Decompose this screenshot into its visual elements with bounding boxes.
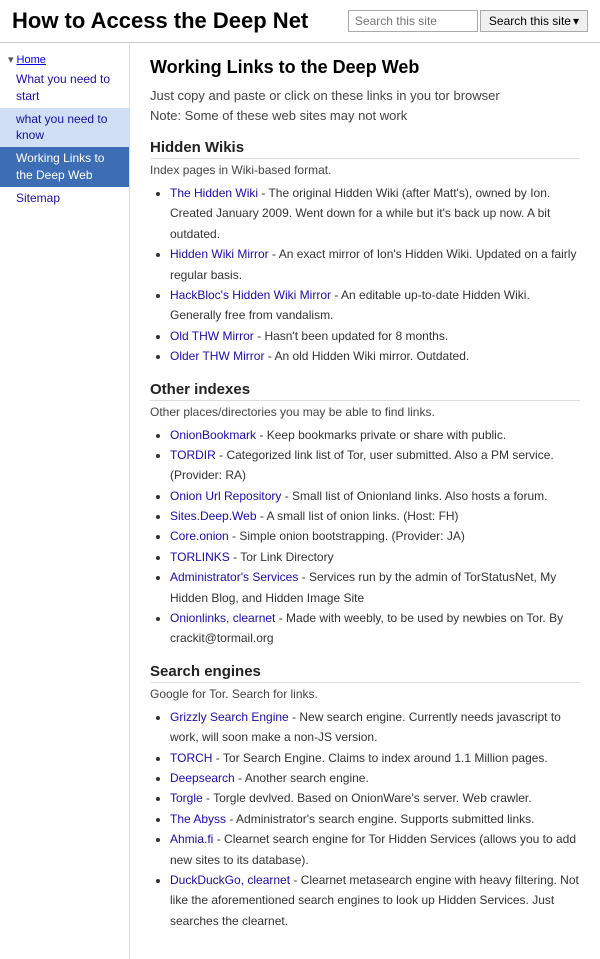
search-bar: Search this site ▾ <box>348 10 588 32</box>
link-old-thw-mirror[interactable]: Old THW Mirror <box>170 329 254 343</box>
section-heading-search-engines: Search engines <box>150 663 580 683</box>
link-ahmia[interactable]: Ahmia.fi <box>170 832 213 846</box>
page-title: How to Access the Deep Net <box>12 8 308 34</box>
link-torlinks[interactable]: TORLINKS <box>170 550 230 564</box>
text-tordir: - Categorized link list of Tor, user sub… <box>170 448 554 482</box>
list-item: DuckDuckGo, clearnet - Clearnet metasear… <box>170 870 580 931</box>
search-button[interactable]: Search this site ▾ <box>480 10 588 32</box>
list-item: Sites.Deep.Web - A small list of onion l… <box>170 506 580 526</box>
list-item: TORLINKS - Tor Link Directory <box>170 547 580 567</box>
list-item: Torgle - Torgle devlved. Based on OnionW… <box>170 788 580 808</box>
text-core-onion: - Simple onion bootstrapping. (Provider:… <box>229 529 465 543</box>
other-indexes-list: OnionBookmark - Keep bookmarks private o… <box>150 425 580 649</box>
section-search-engines: Search engines Google for Tor. Search fo… <box>150 663 580 931</box>
intro-text: Just copy and paste or click on these li… <box>150 86 580 125</box>
section-hidden-wikis: Hidden Wikis Index pages in Wiki-based f… <box>150 139 580 367</box>
section-heading-other-indexes: Other indexes <box>150 381 580 401</box>
layout: ▾ Home What you need to start what you n… <box>0 43 600 959</box>
intro-line1: Just copy and paste or click on these li… <box>150 88 500 103</box>
link-onionbookmark[interactable]: OnionBookmark <box>170 428 256 442</box>
link-hidden-wiki[interactable]: The Hidden Wiki <box>170 186 258 200</box>
list-item: Older THW Mirror - An old Hidden Wiki mi… <box>170 346 580 366</box>
list-item: Onion Url Repository - Small list of Oni… <box>170 486 580 506</box>
list-item: HackBloc's Hidden Wiki Mirror - An edita… <box>170 285 580 326</box>
list-item: The Abyss - Administrator's search engin… <box>170 809 580 829</box>
list-item: Ahmia.fi - Clearnet search engine for To… <box>170 829 580 870</box>
section-desc-hidden-wikis: Index pages in Wiki-based format. <box>150 163 580 177</box>
sidebar-arrow-icon: ▾ <box>8 53 14 66</box>
link-grizzly[interactable]: Grizzly Search Engine <box>170 710 289 724</box>
text-torch: - Tor Search Engine. Claims to index aro… <box>212 751 547 765</box>
sidebar-item-sitemap[interactable]: Sitemap <box>0 187 129 210</box>
section-heading-hidden-wikis: Hidden Wikis <box>150 139 580 159</box>
list-item: Old THW Mirror - Hasn't been updated for… <box>170 326 580 346</box>
search-input[interactable] <box>348 10 478 32</box>
list-item: TORDIR - Categorized link list of Tor, u… <box>170 445 580 486</box>
text-older-thw-mirror: - An old Hidden Wiki mirror. Outdated. <box>264 349 469 363</box>
sidebar-link-sitemap[interactable]: Sitemap <box>16 191 60 205</box>
list-item: Onionlinks, clearnet - Made with weebly,… <box>170 608 580 649</box>
text-torlinks: - Tor Link Directory <box>230 550 334 564</box>
link-torgle[interactable]: Torgle <box>170 791 203 805</box>
link-torch[interactable]: TORCH <box>170 751 212 765</box>
sidebar-link-what-you-need-to-know[interactable]: what you need to know <box>16 112 107 143</box>
text-sites-deep-web: - A small list of onion links. (Host: FH… <box>257 509 459 523</box>
sidebar-item-home[interactable]: Home <box>17 54 46 66</box>
sidebar-item-what-you-need-to-start[interactable]: What you need to start <box>0 68 129 108</box>
link-core-onion[interactable]: Core.onion <box>170 529 229 543</box>
section-desc-other-indexes: Other places/directories you may be able… <box>150 405 580 419</box>
text-onionbookmark: - Keep bookmarks private or share with p… <box>256 428 506 442</box>
intro-line2: Note: Some of these web sites may not wo… <box>150 108 407 123</box>
link-the-abyss[interactable]: The Abyss <box>170 812 226 826</box>
section-other-indexes: Other indexes Other places/directories y… <box>150 381 580 649</box>
list-item: Administrator's Services - Services run … <box>170 567 580 608</box>
text-ahmia: - Clearnet search engine for Tor Hidden … <box>170 832 576 866</box>
list-item: OnionBookmark - Keep bookmarks private o… <box>170 425 580 445</box>
search-dropdown-icon[interactable]: ▾ <box>573 14 579 28</box>
sidebar-item-working-links[interactable]: Working Links to the Deep Web <box>0 147 129 187</box>
header: How to Access the Deep Net Search this s… <box>0 0 600 43</box>
link-onion-url-repo[interactable]: Onion Url Repository <box>170 489 281 503</box>
text-the-abyss: - Administrator's search engine. Support… <box>226 812 534 826</box>
link-older-thw-mirror[interactable]: Older THW Mirror <box>170 349 264 363</box>
list-item: Deepsearch - Another search engine. <box>170 768 580 788</box>
list-item: Core.onion - Simple onion bootstrapping.… <box>170 526 580 546</box>
link-deepsearch[interactable]: Deepsearch <box>170 771 235 785</box>
link-sites-deep-web[interactable]: Sites.Deep.Web <box>170 509 257 523</box>
text-torgle: - Torgle devlved. Based on OnionWare's s… <box>203 791 532 805</box>
search-button-label: Search this site <box>489 14 571 28</box>
list-item: Grizzly Search Engine - New search engin… <box>170 707 580 748</box>
sidebar-item-what-you-need-to-know[interactable]: what you need to know <box>0 108 129 148</box>
link-onionlinks-clearnet[interactable]: Onionlinks, clearnet <box>170 611 275 625</box>
main-content: Working Links to the Deep Web Just copy … <box>130 43 600 959</box>
link-duckduckgo[interactable]: DuckDuckGo, clearnet <box>170 873 290 887</box>
hidden-wikis-list: The Hidden Wiki - The original Hidden Wi… <box>150 183 580 367</box>
list-item: Hidden Wiki Mirror - An exact mirror of … <box>170 244 580 285</box>
link-tordir[interactable]: TORDIR <box>170 448 216 462</box>
text-deepsearch: - Another search engine. <box>235 771 369 785</box>
sidebar-link-working-links[interactable]: Working Links to the Deep Web <box>16 151 104 182</box>
list-item: TORCH - Tor Search Engine. Claims to ind… <box>170 748 580 768</box>
link-admin-services[interactable]: Administrator's Services <box>170 570 298 584</box>
search-engines-list: Grizzly Search Engine - New search engin… <box>150 707 580 931</box>
sidebar-home-section: ▾ Home <box>0 51 129 68</box>
sidebar: ▾ Home What you need to start what you n… <box>0 43 130 959</box>
text-old-thw-mirror: - Hasn't been updated for 8 months. <box>254 329 448 343</box>
text-onion-url-repo: - Small list of Onionland links. Also ho… <box>281 489 547 503</box>
sidebar-link-what-you-need-to-start[interactable]: What you need to start <box>16 72 110 103</box>
link-hidden-wiki-mirror[interactable]: Hidden Wiki Mirror <box>170 247 269 261</box>
link-hackbloc-mirror[interactable]: HackBloc's Hidden Wiki Mirror <box>170 288 331 302</box>
section-desc-search-engines: Google for Tor. Search for links. <box>150 687 580 701</box>
list-item: The Hidden Wiki - The original Hidden Wi… <box>170 183 580 244</box>
main-title: Working Links to the Deep Web <box>150 57 580 78</box>
